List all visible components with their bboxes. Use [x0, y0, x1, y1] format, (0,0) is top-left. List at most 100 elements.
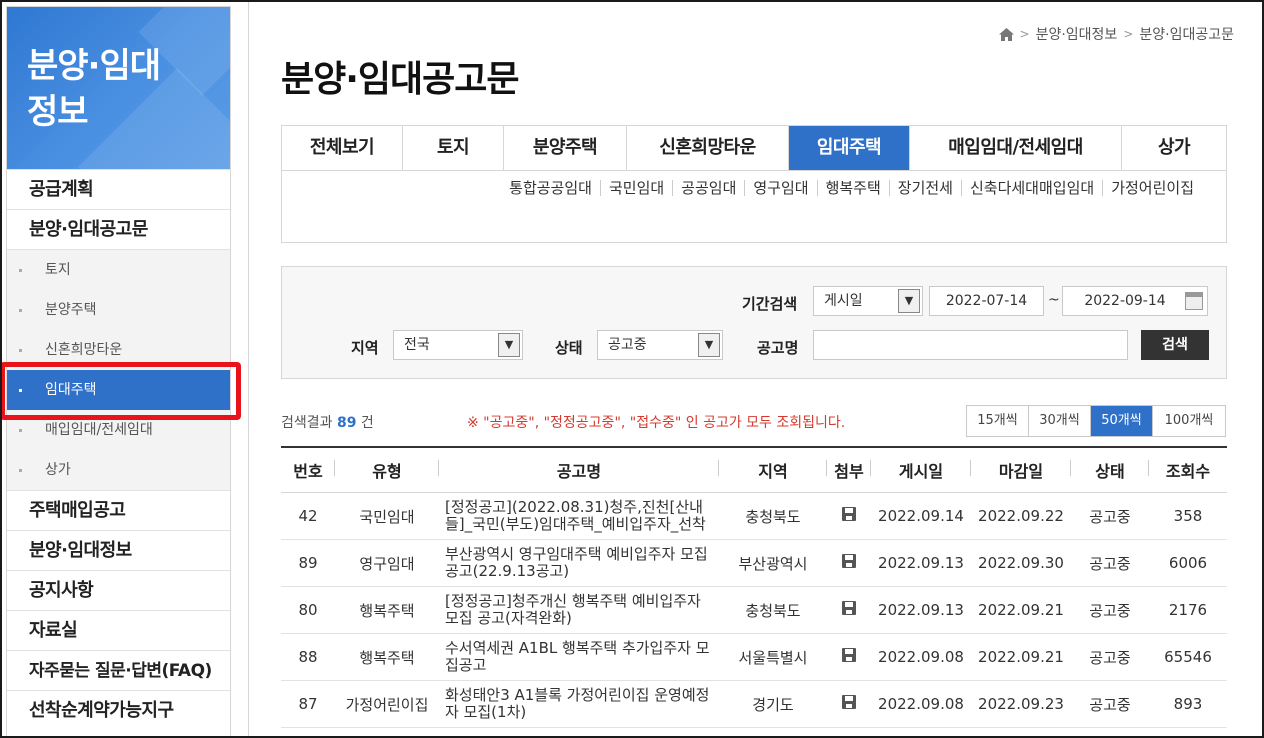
cell-no: 88 [298, 648, 318, 666]
sidebar-item-notices[interactable]: 분양·임대공고문 [7, 209, 230, 249]
page-size-100[interactable]: 100개씩 [1153, 406, 1225, 436]
page-size-15[interactable]: 15개씩 [967, 406, 1029, 436]
cell-title-link[interactable]: 화성태안3 A1블록 가정어린이집 운영예정자 모집(1차) [439, 687, 719, 721]
tab-all[interactable]: 전체보기 [282, 126, 403, 170]
cell-title-link[interactable]: 수서역세권 A1BL 행복주택 추가입주자 모집공고 [439, 640, 719, 674]
cell-region: 서울특별시 [738, 648, 808, 667]
cell-attach [827, 648, 871, 666]
tab-newlywed-town[interactable]: 신혼희망타운 [627, 126, 789, 170]
sidebar-item-info[interactable]: 분양·임대정보 [7, 530, 230, 570]
disk-icon[interactable] [842, 507, 856, 521]
subtab-permanent-rental[interactable]: 영구임대 [745, 180, 818, 196]
table-row[interactable]: 87 가정어린이집 화성태안3 A1블록 가정어린이집 운영예정자 모집(1차)… [281, 681, 1227, 728]
cell-views: 65546 [1164, 648, 1212, 666]
sidebar-item-supply-plan[interactable]: 공급계획 [7, 169, 230, 209]
subtab-happy-housing[interactable]: 행복주택 [818, 180, 890, 196]
cell-deadline: 2022.09.21 [978, 648, 1064, 666]
region-select[interactable]: 전국 ▼ [393, 330, 523, 360]
date-range-separator: ~ [1048, 292, 1060, 308]
table-header: 번호 유형 공고명 지역 첨부 게시일 마감일 상태 조회수 [281, 448, 1227, 493]
table-row[interactable]: 89 영구임대 부산광역시 영구임대주택 예비입주자 모집공고(22.9.13공… [281, 540, 1227, 587]
cell-views: 893 [1173, 695, 1203, 713]
sidebar-item-faq[interactable]: 자주묻는 질문·답변(FAQ) [7, 650, 230, 690]
subtab-national-rental[interactable]: 국민임대 [601, 180, 674, 196]
table-row[interactable]: 42 국민임대 [정정공고](2022.08.31)청주,진천[산내들]_국민(… [281, 493, 1227, 540]
search-panel: 기간검색 게시일 ▼ 2022-07-14 ~ 2022-09-14 지역 전국… [281, 266, 1227, 379]
sidebar-menu: 공급계획 분양·임대공고문 토지 분양주택 신혼희망타운 임대주택 매입임대/전… [7, 169, 230, 730]
cell-no: 80 [298, 601, 318, 619]
cell-views: 6006 [1168, 554, 1208, 572]
tab-purchase-rental[interactable]: 매입임대/전세임대 [910, 126, 1122, 170]
tab-sale-housing[interactable]: 분양주택 [504, 126, 627, 170]
sidebar-title: 분양·임대 정보 [27, 43, 207, 135]
subtab-new-multiplex[interactable]: 신축다세대매입임대 [962, 180, 1104, 196]
tab-commercial[interactable]: 상가 [1122, 126, 1226, 170]
subtab-long-term-jeonse[interactable]: 장기전세 [890, 180, 962, 196]
header-views: 조회수 [1165, 462, 1211, 481]
tab-rental-housing[interactable]: 임대주택 [789, 126, 910, 170]
result-count: 검색결과 89 건 [281, 412, 374, 432]
notices-table: 번호 유형 공고명 지역 첨부 게시일 마감일 상태 조회수 42 국민임대 [… [281, 446, 1227, 728]
sidebar-item-resources[interactable]: 자료실 [7, 610, 230, 650]
sidebar-sub-sale-housing[interactable]: 분양주택 [7, 290, 230, 330]
breadcrumb-level1[interactable]: 분양·임대정보 [1036, 24, 1118, 44]
status-select[interactable]: 공고중 ▼ [597, 330, 723, 360]
cell-views: 358 [1173, 507, 1203, 525]
date-to-input[interactable]: 2022-09-14 [1062, 286, 1208, 316]
period-select[interactable]: 게시일 ▼ [813, 286, 923, 316]
header-posted: 게시일 [871, 458, 971, 482]
disk-icon[interactable] [842, 554, 856, 568]
date-from-input[interactable]: 2022-07-14 [929, 286, 1044, 316]
page-size-30[interactable]: 30개씩 [1029, 406, 1091, 436]
header-status: 상태 [1071, 458, 1149, 482]
disk-icon[interactable] [842, 648, 856, 662]
cell-status: 공고중 [1089, 601, 1131, 620]
table-row[interactable]: 80 행복주택 [정정공고]청주개신 행복주택 예비입주자 모집 공고(자격완화… [281, 587, 1227, 634]
search-button[interactable]: 검색 [1141, 330, 1209, 360]
chevron-right-icon: > [1019, 27, 1030, 41]
result-prefix: 검색결과 [281, 415, 333, 431]
sidebar-item-announcements[interactable]: 공지사항 [7, 570, 230, 610]
result-number: 89 [336, 415, 357, 431]
sidebar-sub-commercial[interactable]: 상가 [7, 450, 230, 490]
page-size-50[interactable]: 50개씩 [1091, 406, 1153, 436]
cell-type: 행복주택 [359, 648, 415, 667]
cell-no: 42 [298, 507, 318, 525]
cell-title-link[interactable]: [정정공고]청주개신 행복주택 예비입주자 모집 공고(자격완화) [439, 593, 719, 627]
sidebar: 분양·임대 정보 공급계획 분양·임대공고문 토지 분양주택 신혼희망타운 임대… [6, 6, 231, 738]
breadcrumb-level2[interactable]: 분양·임대공고문 [1139, 24, 1234, 44]
name-input[interactable] [813, 330, 1128, 360]
tab-land[interactable]: 토지 [403, 126, 504, 170]
cell-region: 충청북도 [745, 507, 801, 526]
table-row[interactable]: 88 행복주택 수서역세권 A1BL 행복주택 추가입주자 모집공고 서울특별시… [281, 634, 1227, 681]
sidebar-sub-purchase-rental[interactable]: 매입임대/전세임대 [7, 410, 230, 450]
sidebar-sub-newlywed-town[interactable]: 신혼희망타운 [7, 330, 230, 370]
header-deadline: 마감일 [971, 458, 1071, 482]
cell-type: 영구임대 [359, 554, 415, 573]
header-region: 지역 [719, 458, 827, 482]
calendar-icon[interactable] [1185, 292, 1203, 310]
cell-views: 2176 [1168, 601, 1208, 619]
cell-status: 공고중 [1089, 507, 1131, 526]
sidebar-item-first-come[interactable]: 선착순계약가능지구 [7, 690, 230, 730]
subtab-public-rental[interactable]: 공공임대 [673, 180, 746, 196]
chevron-right-icon: > [1123, 27, 1134, 41]
cell-deadline: 2022.09.21 [978, 601, 1064, 619]
cell-status: 공고중 [1089, 648, 1131, 667]
sidebar-sub-rental-housing[interactable]: 임대주택 [7, 370, 230, 410]
sidebar-item-housing-purchase[interactable]: 주택매입공고 [7, 490, 230, 530]
home-icon[interactable] [998, 27, 1014, 41]
subtab-integrated-public[interactable]: 통합공공임대 [501, 180, 601, 196]
sidebar-sub-land[interactable]: 토지 [7, 250, 230, 290]
status-label: 상태 [555, 339, 583, 357]
cell-title-link[interactable]: [정정공고](2022.08.31)청주,진천[산내들]_국민(부도)임대주택_… [439, 499, 719, 533]
disk-icon[interactable] [842, 695, 856, 709]
disk-icon[interactable] [842, 601, 856, 615]
cell-attach [827, 695, 871, 713]
name-label: 공고명 [757, 339, 799, 357]
cell-title-link[interactable]: 부산광역시 영구임대주택 예비입주자 모집공고(22.9.13공고) [439, 546, 719, 580]
subtab-home-daycare[interactable]: 가정어린이집 [1103, 180, 1194, 196]
period-label: 기간검색 [742, 295, 798, 313]
chevron-down-icon: ▼ [898, 289, 920, 313]
header-attach: 첨부 [827, 458, 871, 482]
